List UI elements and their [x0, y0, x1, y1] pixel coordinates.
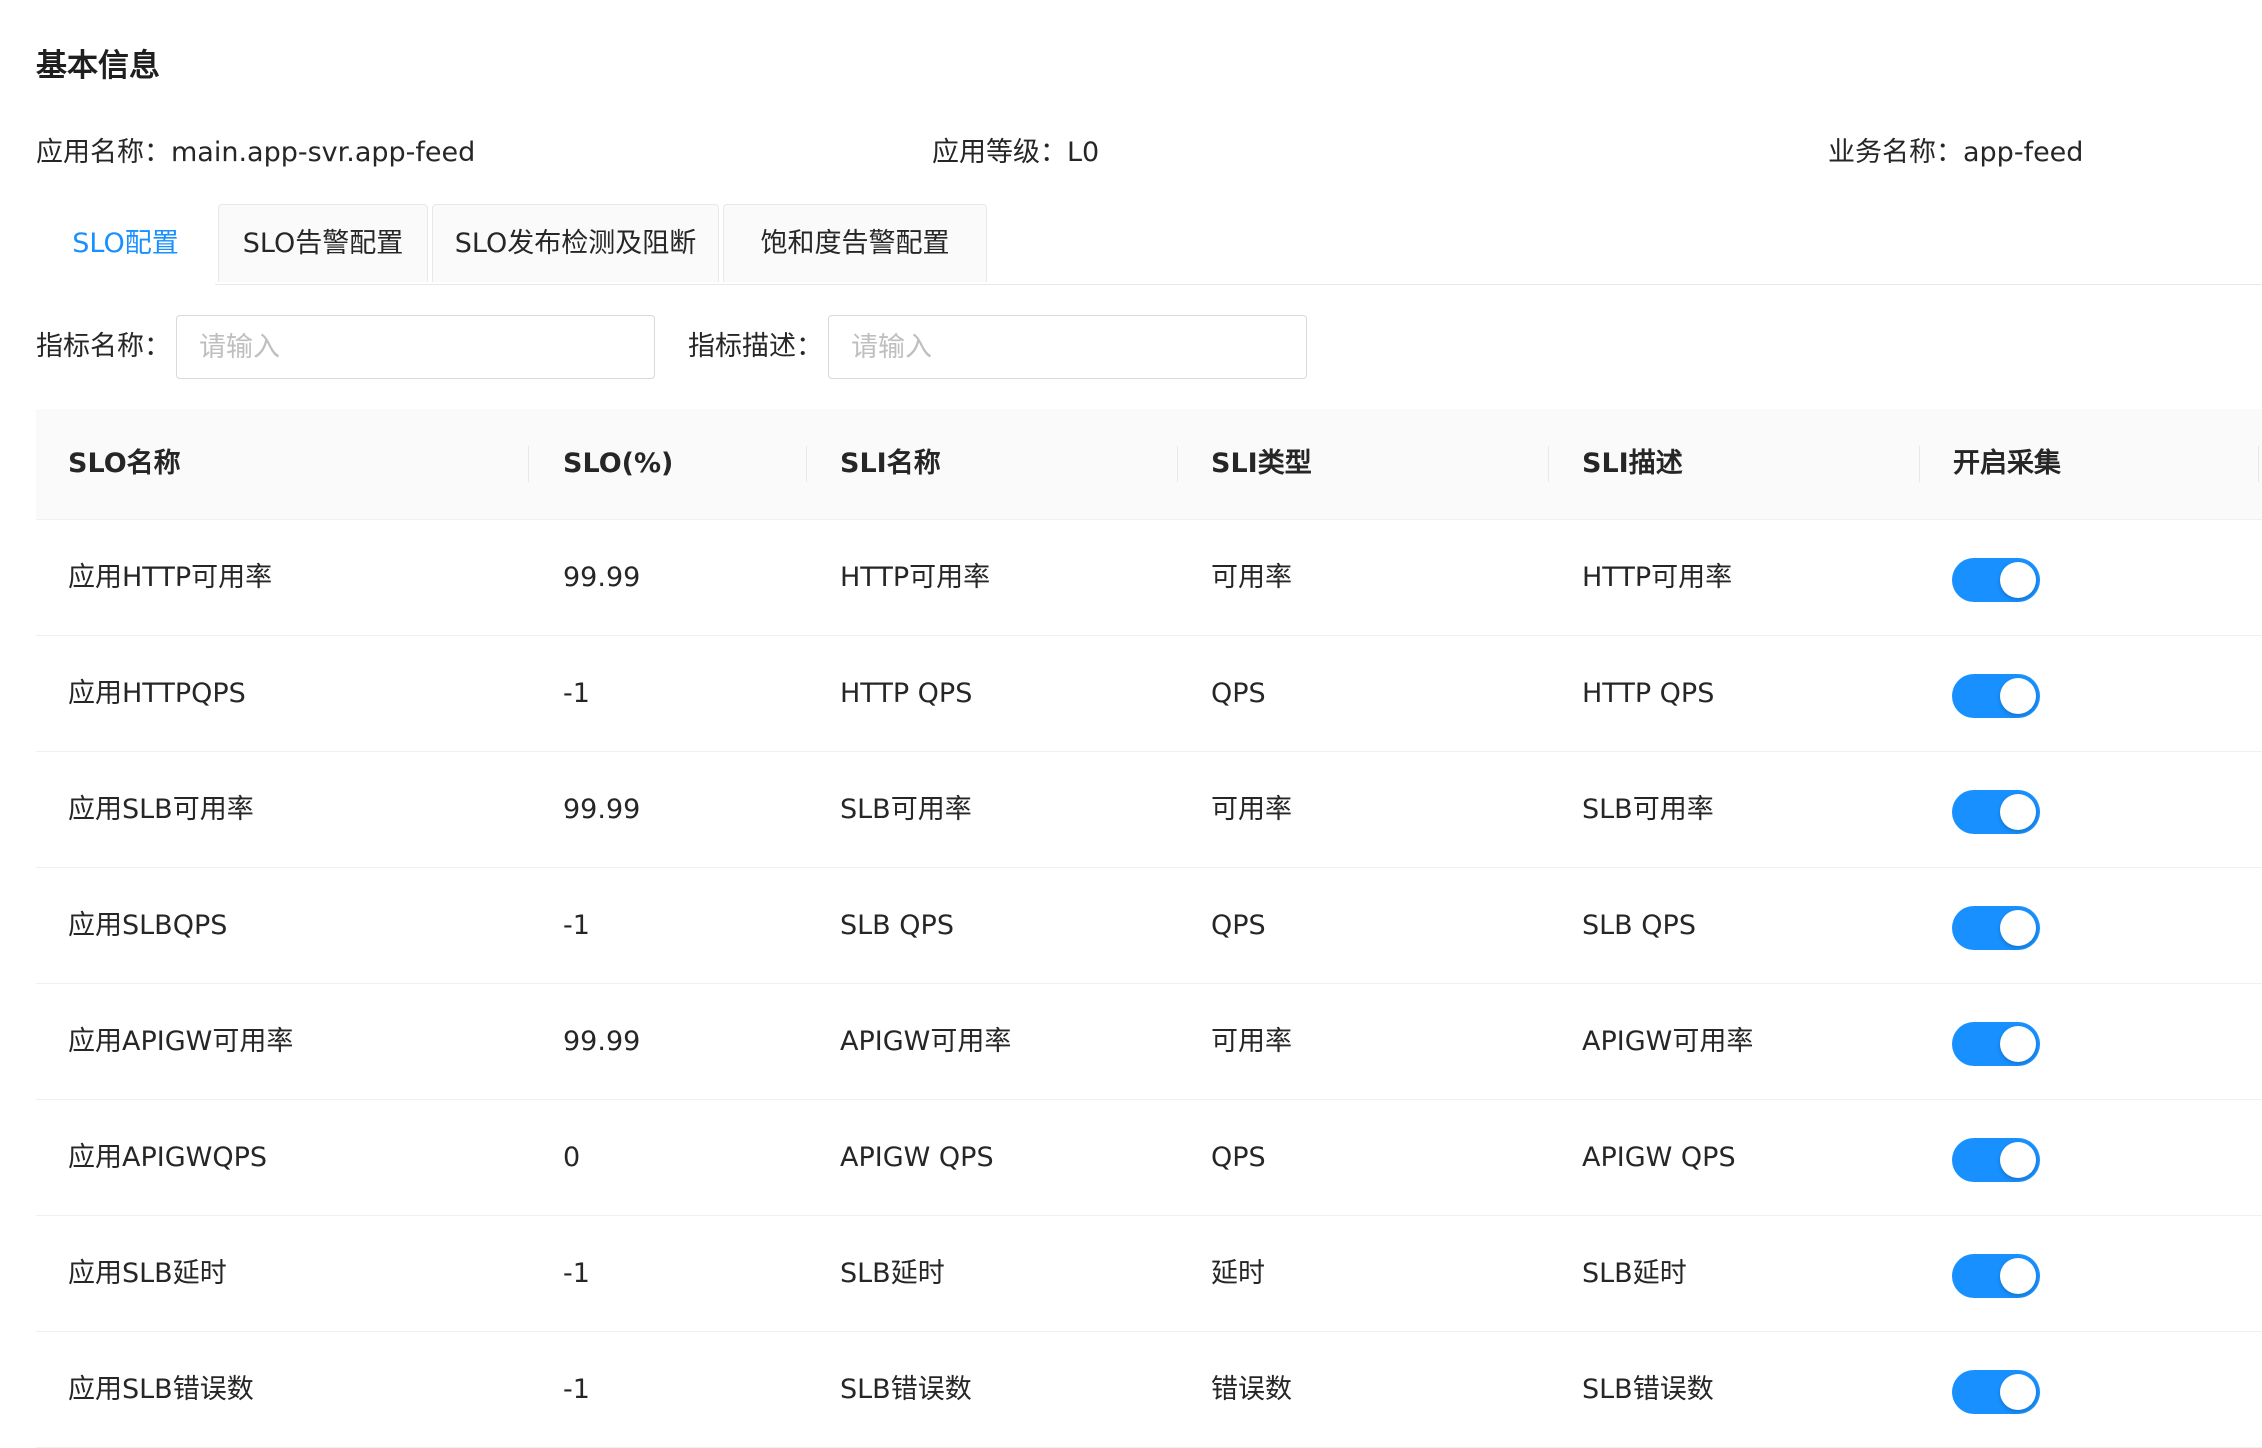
toggle-knob [2000, 1142, 2036, 1178]
cell-sli-desc: HTTP可用率 [1582, 562, 1733, 593]
toggle-knob [2000, 910, 2036, 946]
slo-table: SLO名称 SLO(%) SLI名称 SLI类型 SLI描述 开启采集 应用HT… [36, 409, 2262, 1448]
tab-slo-config[interactable]: SLO配置 [36, 204, 215, 285]
cell-sli-desc: SLB QPS [1582, 910, 1696, 941]
toggle-knob [2000, 562, 2036, 598]
table-row: 应用APIGWQPS 0 APIGW QPS QPS APIGW QPS [36, 1100, 2262, 1216]
cell-sli-type: QPS [1211, 678, 1266, 709]
cell-sli-desc: HTTP QPS [1582, 678, 1715, 709]
cell-sli-type: QPS [1211, 1142, 1266, 1173]
cell-sli-type: 可用率 [1211, 562, 1292, 593]
collect-toggle-switch[interactable] [1952, 1138, 2040, 1182]
column-divider [1177, 446, 1178, 482]
metric-name-label: 指标名称： [36, 331, 171, 362]
table-header: SLO名称 SLO(%) SLI名称 SLI类型 SLI描述 开启采集 [36, 409, 2262, 520]
column-divider [528, 446, 529, 482]
table-row: 应用SLBQPS -1 SLB QPS QPS SLB QPS [36, 868, 2262, 984]
cell-sli-type: 错误数 [1211, 1374, 1292, 1405]
cell-sli-name: SLB QPS [840, 910, 954, 941]
tab-slo-release-check[interactable]: SLO发布检测及阻断 [432, 204, 719, 282]
toggle-knob [2000, 1374, 2036, 1410]
table-row: 应用SLB错误数 -1 SLB错误数 错误数 SLB错误数 [36, 1332, 2262, 1448]
collect-toggle-switch[interactable] [1952, 790, 2040, 834]
toggle-knob [2000, 794, 2036, 830]
cell-slo-name: 应用HTTPQPS [68, 678, 246, 709]
filter-row: 指标名称： 指标描述： [0, 315, 2262, 381]
cell-sli-name: HTTP QPS [840, 678, 973, 709]
table-row: 应用APIGW可用率 99.99 APIGW可用率 可用率 APIGW可用率 [36, 984, 2262, 1100]
cell-sli-type: QPS [1211, 910, 1266, 941]
cell-slo-name: 应用HTTP可用率 [68, 562, 273, 593]
cell-slo-percent: 99.99 [563, 794, 641, 825]
section-title: 基本信息 [36, 48, 160, 84]
column-header-slo-name: SLO名称 [68, 448, 181, 479]
collect-toggle-switch[interactable] [1952, 906, 2040, 950]
cell-slo-percent: -1 [563, 1374, 590, 1405]
column-header-enable-collect: 开启采集 [1953, 448, 2061, 479]
cell-slo-percent: -1 [563, 910, 590, 941]
cell-sli-type: 延时 [1211, 1258, 1265, 1289]
table-row: 应用HTTPQPS -1 HTTP QPS QPS HTTP QPS [36, 636, 2262, 752]
column-divider [806, 446, 807, 482]
column-header-sli-name: SLI名称 [840, 448, 941, 479]
cell-sli-name: HTTP可用率 [840, 562, 991, 593]
cell-sli-desc: APIGW可用率 [1582, 1026, 1754, 1057]
table-row: 应用SLB可用率 99.99 SLB可用率 可用率 SLB可用率 [36, 752, 2262, 868]
metric-name-input[interactable] [176, 315, 655, 379]
cell-slo-percent: -1 [563, 678, 590, 709]
cell-sli-name: SLB可用率 [840, 794, 972, 825]
basic-info-row: 应用名称：main.app-svr.app-feed 应用等级：L0 业务名称：… [0, 130, 2262, 170]
cell-sli-name: SLB延时 [840, 1258, 945, 1289]
collect-toggle-switch[interactable] [1952, 1370, 2040, 1414]
cell-slo-name: 应用APIGW可用率 [68, 1026, 294, 1057]
cell-slo-name: 应用SLBQPS [68, 910, 228, 941]
tab-slo-alert-config[interactable]: SLO告警配置 [218, 204, 428, 282]
cell-sli-desc: SLB错误数 [1582, 1374, 1714, 1405]
column-divider [1919, 446, 1920, 482]
column-divider [1548, 446, 1549, 482]
cell-sli-desc: APIGW QPS [1582, 1142, 1736, 1173]
column-header-sli-desc: SLI描述 [1582, 448, 1683, 479]
collect-toggle-switch[interactable] [1952, 1254, 2040, 1298]
cell-slo-name: 应用SLB延时 [68, 1258, 227, 1289]
metric-desc-input[interactable] [828, 315, 1307, 379]
metric-desc-label: 指标描述： [688, 331, 823, 362]
toggle-knob [2000, 1026, 2036, 1062]
business-name-info: 业务名称：app-feed [1828, 137, 2084, 168]
cell-slo-percent: 99.99 [563, 562, 641, 593]
cell-slo-name: 应用APIGWQPS [68, 1142, 268, 1173]
table-row: 应用SLB延时 -1 SLB延时 延时 SLB延时 [36, 1216, 2262, 1332]
app-name-info: 应用名称：main.app-svr.app-feed [36, 137, 476, 168]
cell-slo-percent: -1 [563, 1258, 590, 1289]
table-row: 应用HTTP可用率 99.99 HTTP可用率 可用率 HTTP可用率 [36, 520, 2262, 636]
tab-saturation-alert-config[interactable]: 饱和度告警配置 [723, 204, 987, 282]
tab-bar: SLO配置 SLO告警配置 SLO发布检测及阻断 饱和度告警配置 [36, 204, 2262, 285]
column-divider [2258, 446, 2259, 482]
column-header-sli-type: SLI类型 [1211, 448, 1312, 479]
toggle-knob [2000, 678, 2036, 714]
cell-sli-desc: SLB延时 [1582, 1258, 1687, 1289]
cell-slo-name: 应用SLB错误数 [68, 1374, 254, 1405]
cell-slo-percent: 0 [563, 1142, 581, 1173]
cell-sli-type: 可用率 [1211, 794, 1292, 825]
cell-sli-desc: SLB可用率 [1582, 794, 1714, 825]
cell-slo-percent: 99.99 [563, 1026, 641, 1057]
collect-toggle-switch[interactable] [1952, 558, 2040, 602]
cell-slo-name: 应用SLB可用率 [68, 794, 254, 825]
toggle-knob [2000, 1258, 2036, 1294]
column-header-slo-percent: SLO(%) [563, 448, 674, 479]
cell-sli-name: SLB错误数 [840, 1374, 972, 1405]
cell-sli-name: APIGW QPS [840, 1142, 994, 1173]
cell-sli-name: APIGW可用率 [840, 1026, 1012, 1057]
app-level-info: 应用等级：L0 [932, 137, 1100, 168]
collect-toggle-switch[interactable] [1952, 1022, 2040, 1066]
cell-sli-type: 可用率 [1211, 1026, 1292, 1057]
collect-toggle-switch[interactable] [1952, 674, 2040, 718]
